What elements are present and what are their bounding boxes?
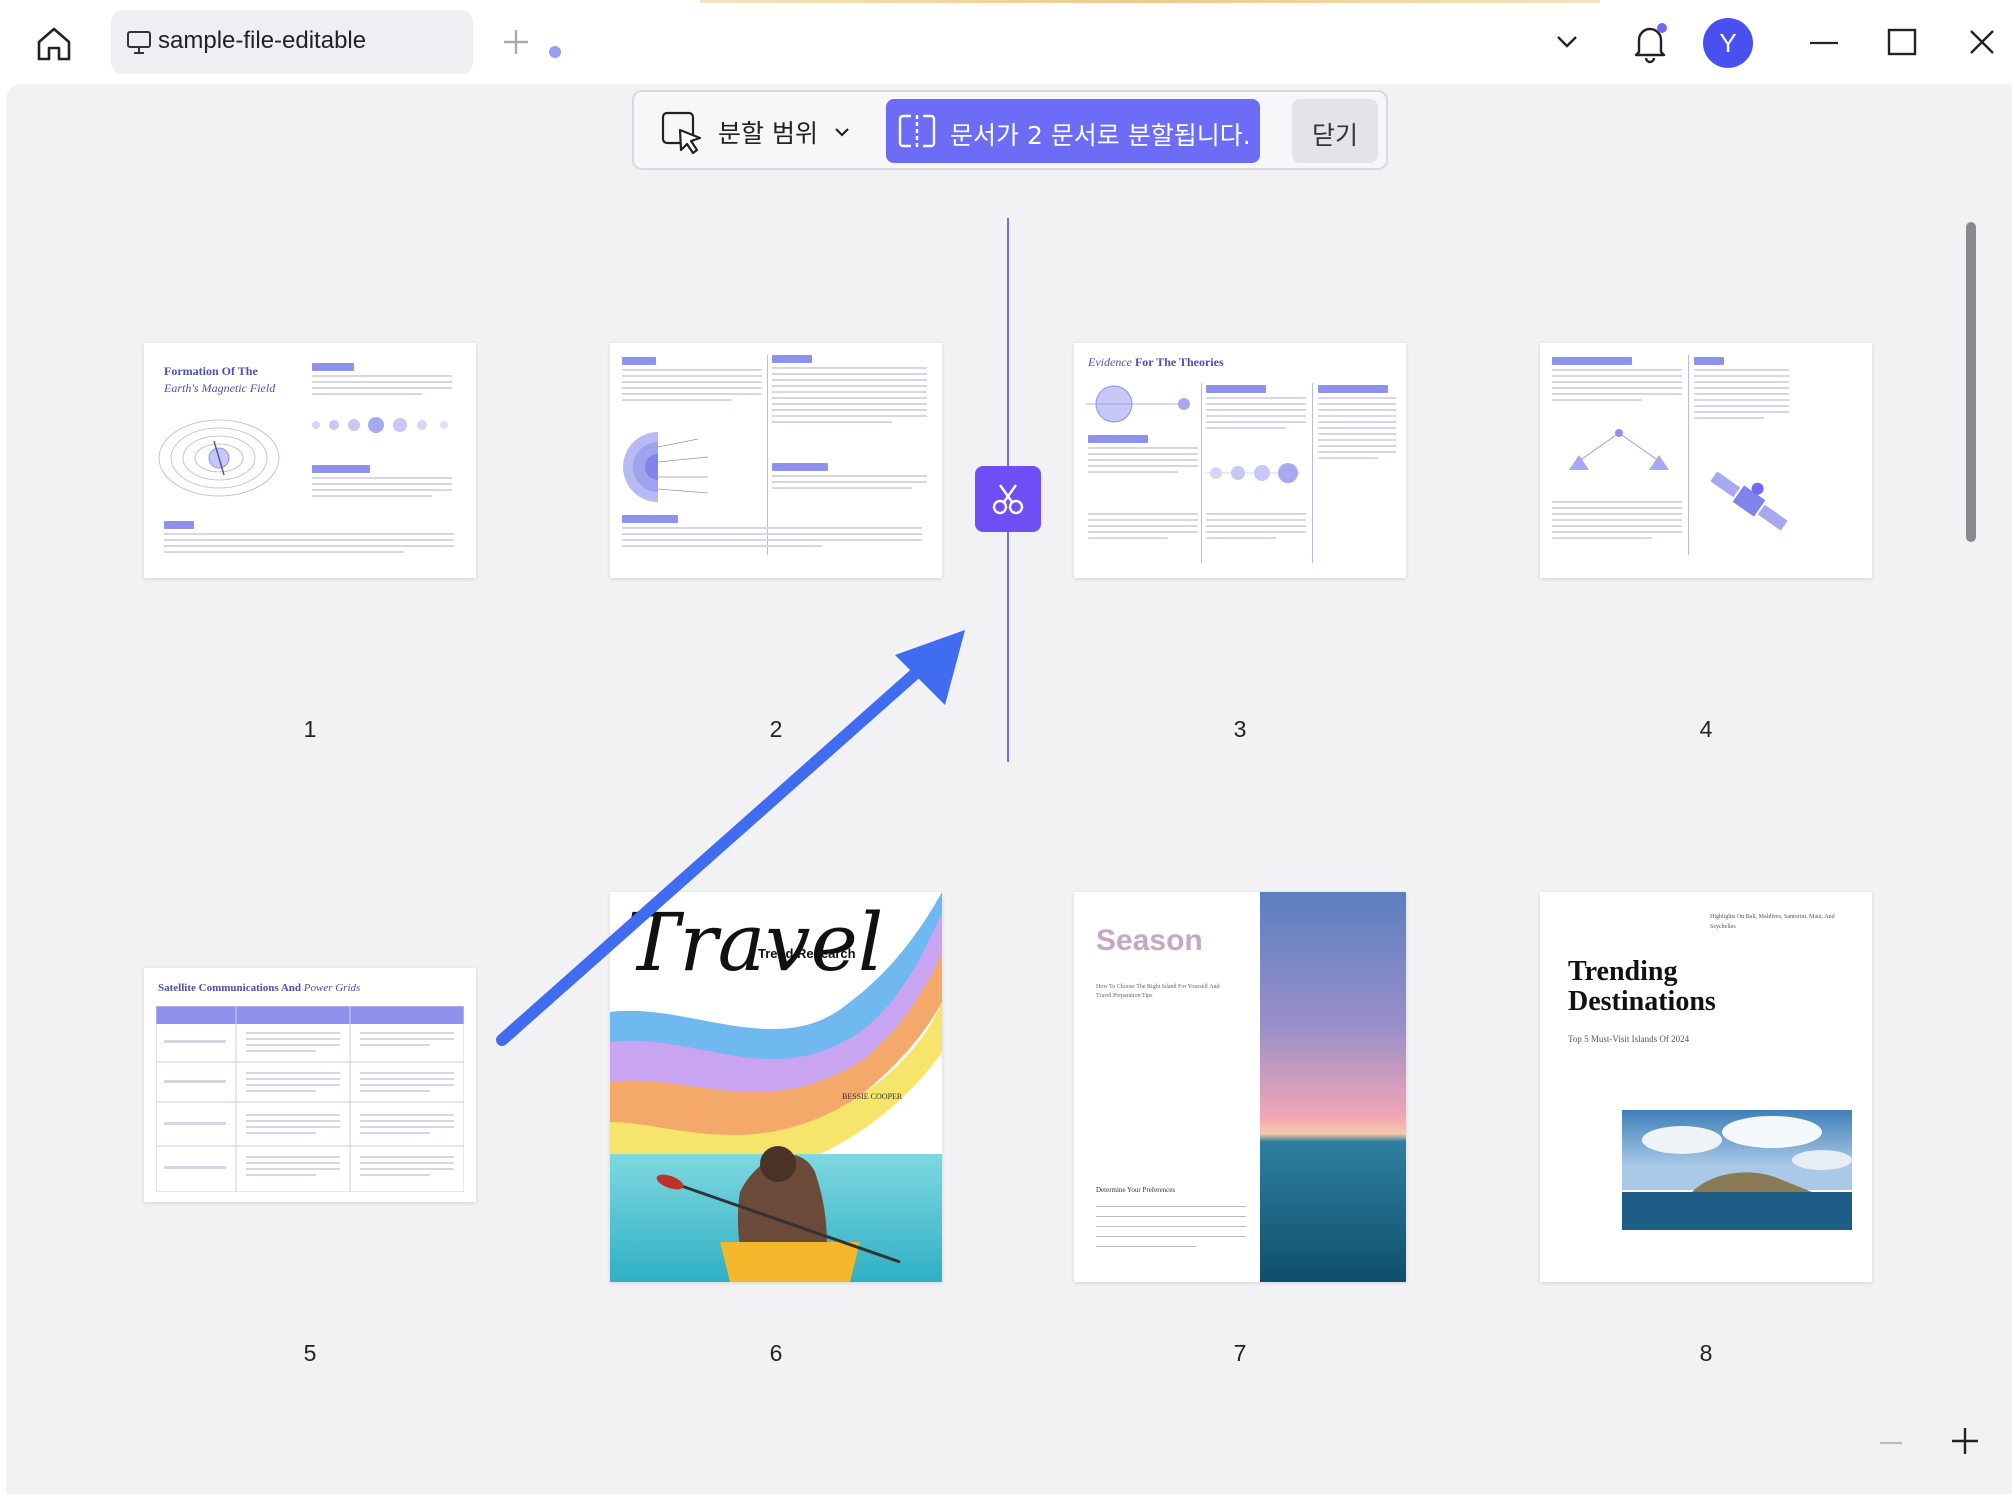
page-number-5: 5: [303, 1340, 317, 1366]
page-7-title: Season: [1096, 924, 1203, 957]
unsaved-indicator: [549, 46, 561, 58]
page-8-title-1: Trending: [1568, 956, 1678, 987]
page-thumbnail-3[interactable]: Evidence For The Theories: [1074, 343, 1406, 578]
page-number-2: 2: [769, 716, 783, 742]
page-thumbnail-5[interactable]: Satellite Communications And Power Grids: [144, 968, 476, 1202]
page-thumbnail-6[interactable]: Travel Trend Research BESSIE COOPER: [610, 892, 942, 1282]
split-range-label: 분할 범위: [718, 119, 818, 148]
new-tab-button[interactable]: [496, 22, 536, 62]
presentation-icon: [127, 31, 151, 54]
page-number-1: 1: [303, 716, 317, 742]
page-3-title-rest: For The Theories: [1131, 355, 1224, 369]
plus-icon: [504, 30, 528, 54]
close-split-button[interactable]: 닫기: [1292, 99, 1378, 163]
home-button[interactable]: [30, 20, 78, 68]
page-number-7: 7: [1233, 1340, 1247, 1366]
zoom-in-button[interactable]: [1948, 1424, 1982, 1458]
chevron-down-icon: [835, 128, 849, 137]
zoom-out-button[interactable]: [1876, 1428, 1906, 1458]
page-1-subtitle: Earth's Magnetic Field: [164, 381, 276, 395]
page-organizer-workspace: [6, 84, 2012, 1494]
page-3-title-italic: Evidence: [1088, 355, 1132, 369]
satellite-network-illustration: [1569, 429, 1669, 470]
page-thumbnail-1[interactable]: Formation Of The Earth's Magnetic Field: [144, 343, 476, 578]
page-5-title-italic: Power Grids: [303, 982, 361, 994]
island-photo: [1622, 1110, 1852, 1230]
avatar[interactable]: Y: [1703, 18, 1753, 68]
maximize-button[interactable]: [1878, 20, 1926, 64]
satellite-illustration: [1710, 471, 1788, 531]
page-1-title: Formation Of The: [164, 364, 258, 378]
page-5-title-main: Satellite Communications And: [158, 982, 302, 994]
page-7-section: Determine Your Preferences: [1096, 1186, 1176, 1194]
tab-title: sample-file-editable: [158, 27, 367, 54]
page-7-subtitle-2: Travel Preparation Tips: [1096, 993, 1153, 999]
minimize-icon: [1810, 41, 1838, 45]
split-info-label: 문서가 2 문서로 분할됩니다.: [950, 121, 1251, 150]
page-thumbnail-4[interactable]: [1540, 343, 1872, 578]
page-6-subtitle: Trend Research: [758, 946, 856, 961]
page-7-subtitle-1: How To Choose The Right Island For Yours…: [1096, 984, 1220, 990]
tab-list-button[interactable]: [1543, 20, 1591, 64]
sunset-sea-photo: [1260, 892, 1406, 1282]
magnetic-field-illustration: [158, 419, 280, 497]
vertical-scrollbar[interactable]: [1966, 222, 1976, 542]
document-tab[interactable]: sample-file-editable: [111, 10, 561, 74]
notifications-button[interactable]: [1626, 20, 1674, 64]
page-number-4: 4: [1699, 716, 1713, 742]
earth-layers-illustration: [623, 432, 709, 502]
page-8-kicker: Highlights On Bali, Maldives, Santorini,…: [1710, 914, 1835, 930]
page-number-8: 8: [1699, 1340, 1713, 1366]
page-8-title-2: Destinations: [1568, 986, 1716, 1017]
page-5-title: Satellite Communications And Power Grids: [158, 982, 360, 994]
close-split-label: 닫기: [1311, 121, 1358, 150]
page-thumbnail-2[interactable]: [610, 343, 942, 578]
page-thumbnail-7[interactable]: Season How To Choose The Right Island Fo…: [1074, 892, 1406, 1282]
minimize-button[interactable]: [1800, 20, 1848, 64]
scissors-icon: [992, 484, 1024, 515]
split-icon: [898, 114, 936, 148]
bell-icon: [1634, 23, 1667, 64]
planet-row-illustration: [312, 417, 448, 433]
home-icon: [37, 27, 71, 61]
sun-earth-illustration: [1086, 385, 1190, 423]
cursor-select-icon: [661, 111, 702, 155]
zoom-in-icon: [1952, 1428, 1978, 1454]
maximize-icon: [1887, 28, 1917, 56]
close-window-button[interactable]: [1958, 20, 2006, 64]
split-range-dropdown[interactable]: 분할 범위: [646, 100, 866, 160]
window-accent: [700, 0, 1600, 3]
moon-phases-illustration: [1205, 463, 1300, 483]
page-6-title: Travel: [626, 896, 884, 989]
page-thumbnail-8[interactable]: Highlights On Bali, Maldives, Santorini,…: [1540, 892, 1872, 1282]
page-number-6: 6: [769, 1340, 783, 1366]
title-bar: sample-file-editable Y: [0, 0, 2012, 84]
split-scissors-button[interactable]: [975, 466, 1041, 532]
page-8-subtitle: Top 5 Must-Visit Islands Of 2024: [1568, 1034, 1690, 1044]
chevron-down-icon: [1557, 36, 1577, 48]
page-6-author: BESSIE COOPER: [842, 1092, 903, 1101]
close-icon: [1970, 30, 1994, 54]
split-toolbar: 분할 범위 문서가 2 문서로 분할됩니다. 닫기: [632, 90, 1388, 170]
comparison-table: [156, 1006, 464, 1192]
page-3-title: Evidence For The Theories: [1088, 355, 1224, 370]
split-documents-button[interactable]: 문서가 2 문서로 분할됩니다.: [886, 99, 1260, 163]
page-number-3: 3: [1233, 716, 1247, 742]
zoom-out-icon: [1880, 1441, 1902, 1445]
